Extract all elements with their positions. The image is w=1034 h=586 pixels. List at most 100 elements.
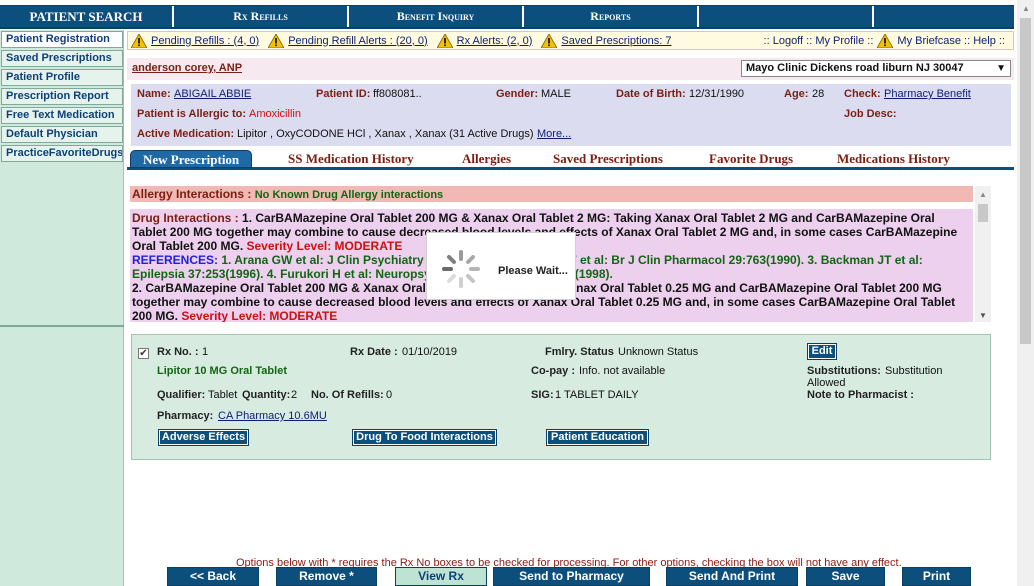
- pharmacy-benefit-link[interactable]: Pharmacy Benefit: [884, 88, 971, 100]
- remove-button[interactable]: Remove *: [276, 567, 377, 586]
- warning-icon: [436, 33, 453, 48]
- please-wait-text: Please Wait...: [498, 265, 568, 277]
- dob-label: Date of Birth:: [616, 88, 686, 100]
- please-wait-dialog: Please Wait...: [426, 232, 576, 300]
- patient-education-button[interactable]: Patient Education: [546, 429, 649, 446]
- copay-label: Co-pay :: [531, 365, 575, 377]
- drug-interactions-label: Drug Interactions :: [132, 211, 239, 225]
- sidebar-divider: [0, 325, 124, 327]
- send-to-pharmacy-button[interactable]: Send to Pharmacy: [493, 567, 650, 586]
- rx-no-value: 1: [202, 346, 209, 358]
- sidebar-item-practice-favorite-drugs[interactable]: PracticeFavoriteDrugs: [1, 145, 123, 162]
- tab-new-prescription[interactable]: New Prescription: [130, 150, 253, 168]
- top-navigation: PATIENT SEARCH Rx Refills Benefit Inquir…: [0, 5, 1014, 29]
- substitutions-value: Substitution Allowed: [807, 365, 943, 389]
- tab-allergies[interactable]: Allergies: [462, 150, 511, 168]
- location-value: Mayo Clinic Dickens road liburn NJ 30047: [746, 62, 964, 74]
- age-value: 28: [812, 88, 825, 100]
- rx-drug-name: Lipitor 10 MG Oral Tablet: [157, 365, 287, 377]
- severity-level-2: Severity Level: MODERATE: [181, 309, 338, 322]
- gender-label: Gender:: [496, 88, 539, 100]
- page-scrollbar[interactable]: ▲: [1017, 0, 1034, 586]
- tab-saved-prescriptions[interactable]: Saved Prescriptions: [553, 150, 663, 168]
- drug-food-interactions-button[interactable]: Drug To Food Interactions: [352, 429, 497, 446]
- nav-rx-refills[interactable]: Rx Refills: [174, 6, 349, 27]
- loading-spinner-icon: [442, 250, 480, 288]
- quantity-value: 2: [291, 389, 298, 401]
- send-and-print-button[interactable]: Send And Print: [666, 567, 798, 586]
- sidebar-item-saved-prescriptions[interactable]: Saved Prescriptions: [1, 50, 123, 67]
- provider-name[interactable]: anderson corey, ANP: [132, 62, 242, 74]
- rx-alerts-link[interactable]: Rx Alerts: (2, 0): [457, 35, 533, 47]
- sig-value: 1 TABLET DAILY: [555, 389, 639, 401]
- allergy-value: Amoxicillin: [249, 108, 301, 120]
- page-scroll-thumb[interactable]: [1020, 18, 1031, 344]
- view-rx-button[interactable]: View Rx: [395, 567, 487, 586]
- rx-select-checkbox[interactable]: ✔: [138, 348, 149, 359]
- active-medication-label: Active Medication:: [137, 128, 235, 140]
- tab-bar: New Prescription SS Medication History A…: [127, 150, 1014, 170]
- job-desc-label: Job Desc:: [844, 108, 897, 120]
- refills-value: 0: [386, 389, 393, 401]
- rx-date-value: 01/10/2019: [402, 346, 458, 358]
- pending-refills-link[interactable]: Pending Refills : (4, 0): [151, 35, 259, 47]
- patient-name-link[interactable]: ABIGAIL ABBIE: [174, 88, 251, 100]
- patient-id-label: Patient ID:: [316, 88, 371, 100]
- sidebar-item-free-text-medication[interactable]: Free Text Medication: [1, 107, 123, 124]
- warning-icon: [541, 33, 558, 48]
- saved-prescriptions-link[interactable]: Saved Prescriptions: 7: [561, 35, 671, 47]
- nav-benefit-inquiry[interactable]: Benefit Inquiry: [349, 6, 524, 27]
- chevron-down-icon: ▼: [996, 63, 1006, 74]
- tab-favorite-drugs[interactable]: Favorite Drugs: [709, 150, 793, 168]
- sidebar-item-patient-profile[interactable]: Patient Profile: [1, 69, 123, 86]
- name-label: Name:: [137, 88, 171, 100]
- alerts-bar: Pending Refills : (4, 0) Pending Refill …: [127, 31, 1014, 50]
- active-medication-value: Lipitor , OxyCODONE HCl , Xanax , Xanax …: [237, 128, 534, 140]
- alert-rx-alerts[interactable]: Rx Alerts: (2, 0): [436, 33, 533, 48]
- interactions-scrollbar[interactable]: ▲ ▼: [975, 186, 991, 322]
- location-select[interactable]: Mayo Clinic Dickens road liburn NJ 30047…: [741, 60, 1011, 77]
- save-button[interactable]: Save: [806, 567, 885, 586]
- formulary-status-label: Fmlry. Status: [545, 346, 614, 358]
- allergy-interactions: Allergy Interactions : No Known Drug All…: [130, 186, 973, 202]
- adverse-effects-button[interactable]: Adverse Effects: [158, 429, 249, 446]
- tab-ss-medication-history[interactable]: SS Medication History: [288, 150, 414, 168]
- dob-value: 12/31/1990: [689, 88, 745, 100]
- logoff-profile-links[interactable]: :: Logoff :: My Profile ::: [764, 35, 874, 47]
- sidebar-item-patient-registration[interactable]: Patient Registration: [1, 31, 123, 48]
- allergy-interactions-label: Allergy Interactions :: [132, 187, 252, 201]
- nav-reports[interactable]: Reports: [524, 6, 699, 27]
- references-label: REFERENCES:: [132, 253, 219, 267]
- scroll-thumb[interactable]: [978, 204, 988, 222]
- print-button[interactable]: Print: [902, 567, 971, 586]
- alert-pending-refills[interactable]: Pending Refills : (4, 0): [131, 33, 259, 48]
- qualifier-value: Tablet: [208, 389, 238, 401]
- severity-level-1: Severity Level: MODERATE: [246, 239, 403, 253]
- patient-info-panel: Name: ABIGAIL ABBIE Patient ID: ff808081…: [131, 84, 1011, 146]
- sidebar-item-default-physician[interactable]: Default Physician: [1, 126, 123, 143]
- rx-card: ✔ Rx No. : 1 Rx Date : 01/10/2019 Fmlry.…: [131, 334, 991, 460]
- tab-medications-history[interactable]: Medications History: [837, 150, 950, 168]
- more-link[interactable]: More...: [537, 128, 571, 140]
- edit-button[interactable]: Edit: [807, 343, 837, 360]
- pharmacy-link[interactable]: CA Pharmacy 10.6MU: [218, 410, 327, 422]
- provider-row: anderson corey, ANP Mayo Clinic Dickens …: [127, 58, 1014, 80]
- warning-icon: [131, 33, 147, 48]
- briefcase-help-links[interactable]: My Briefcase :: Help ::: [897, 35, 1005, 47]
- scroll-up-icon[interactable]: ▲: [979, 190, 987, 199]
- nav-blank-2: [874, 6, 1014, 27]
- scroll-down-icon[interactable]: ▼: [979, 311, 987, 320]
- scroll-up-icon[interactable]: ▲: [1022, 4, 1030, 13]
- alert-saved-prescriptions[interactable]: Saved Prescriptions: 7: [541, 33, 671, 48]
- alert-pending-refill-alerts[interactable]: Pending Refill Alerts : (20, 0): [268, 33, 428, 48]
- warning-icon: [268, 33, 285, 48]
- warning-icon: [877, 33, 894, 48]
- sidebar-item-prescription-report[interactable]: Prescription Report: [1, 88, 123, 105]
- rx-no-label: Rx No. :: [157, 346, 199, 358]
- pending-refill-alerts-link[interactable]: Pending Refill Alerts : (20, 0): [288, 35, 427, 47]
- back-button[interactable]: << Back: [167, 567, 259, 586]
- nav-patient-search[interactable]: PATIENT SEARCH: [0, 6, 174, 27]
- note-to-pharmacist-label: Note to Pharmacist :: [807, 389, 914, 401]
- patient-id-value: ff808081..: [373, 88, 422, 100]
- rx-date-label: Rx Date :: [350, 346, 398, 358]
